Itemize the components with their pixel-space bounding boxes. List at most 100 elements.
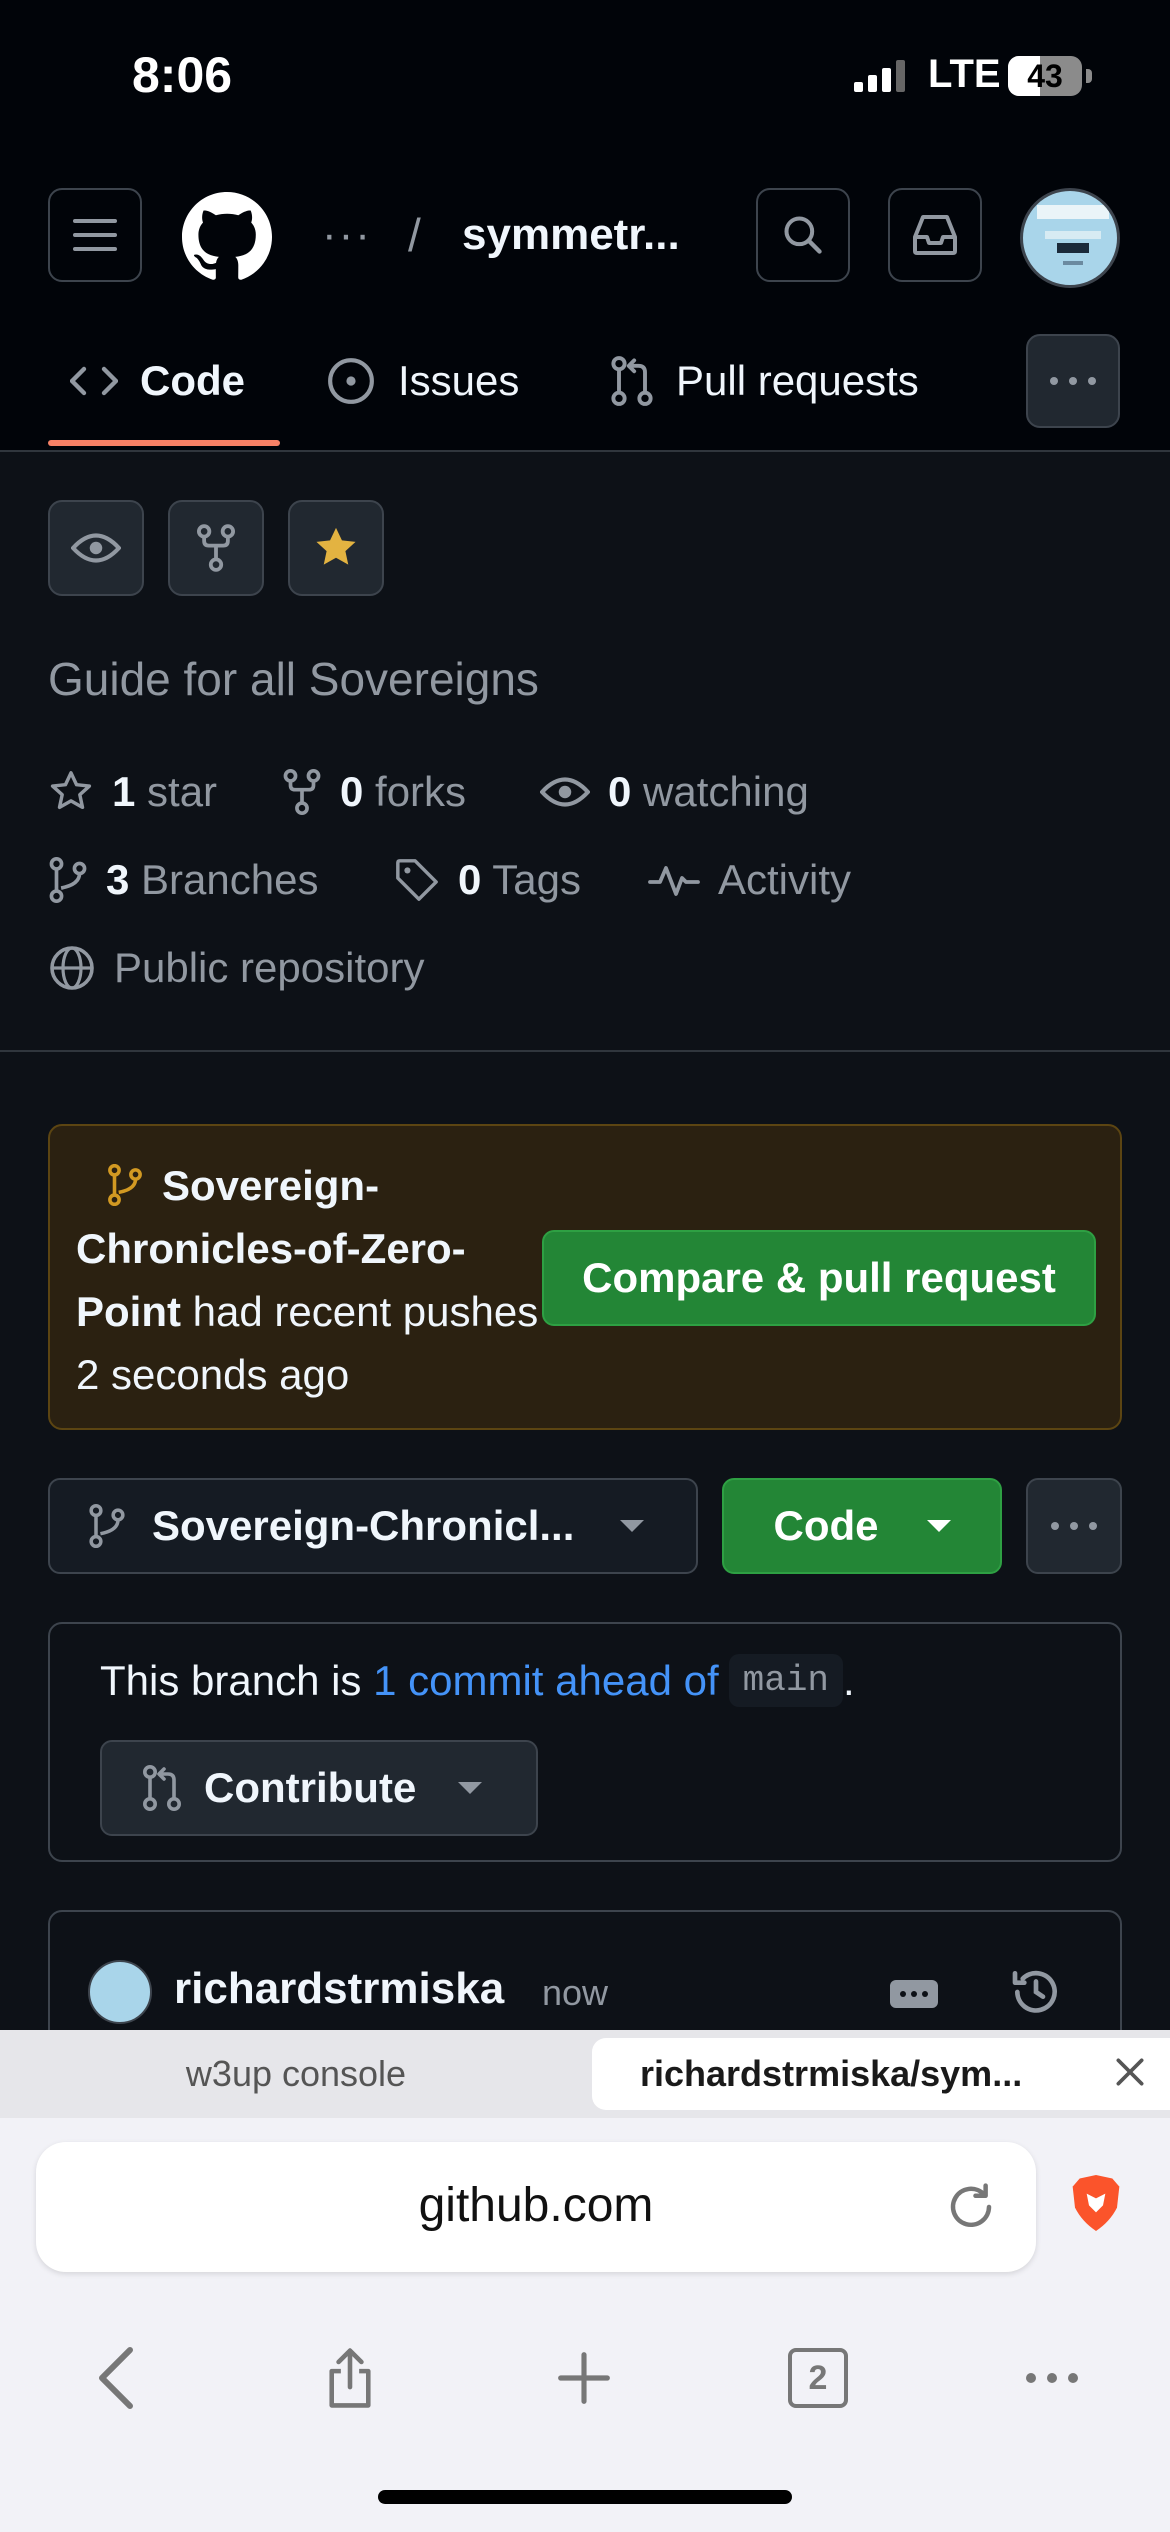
globe-icon bbox=[50, 946, 94, 990]
network-type: LTE bbox=[928, 52, 1001, 96]
compare-pull-request-button[interactable]: Compare & pull request bbox=[542, 1230, 1096, 1326]
repo-description: Guide for all Sovereigns bbox=[48, 653, 539, 705]
code-dropdown-button[interactable]: Code bbox=[722, 1478, 1002, 1574]
browser-tab-active[interactable]: richardstrmiska/sym... bbox=[592, 2038, 1170, 2110]
active-tab-indicator bbox=[48, 440, 280, 446]
share-icon bbox=[329, 2348, 371, 2408]
plus-icon bbox=[558, 2352, 610, 2404]
tab-count: 2 bbox=[788, 2348, 848, 2408]
tab-pull-requests[interactable]: Pull requests bbox=[610, 338, 919, 424]
star-filled-icon bbox=[316, 527, 356, 565]
battery-icon: 43 bbox=[1008, 56, 1082, 96]
base-branch-pill: main bbox=[728, 1654, 844, 1707]
back-button[interactable] bbox=[66, 2328, 166, 2428]
menu-button[interactable] bbox=[48, 188, 142, 282]
address-bar[interactable]: github.com bbox=[36, 2142, 1036, 2272]
section-divider bbox=[0, 1050, 1170, 1052]
tags-link[interactable]: 0 Tags bbox=[394, 856, 581, 904]
search-icon bbox=[784, 216, 822, 254]
branch-status-suffix: . bbox=[843, 1656, 855, 1704]
close-icon[interactable] bbox=[1110, 2052, 1150, 2092]
fork-button[interactable] bbox=[168, 500, 264, 596]
history-icon[interactable] bbox=[1008, 1964, 1064, 2020]
commit-message-toggle[interactable] bbox=[890, 1980, 938, 2008]
code-button-label: Code bbox=[773, 1502, 879, 1549]
activity-link[interactable]: Activity bbox=[648, 856, 851, 904]
inbox-icon bbox=[913, 215, 957, 255]
contribute-button[interactable]: Contribute bbox=[100, 1740, 538, 1836]
user-avatar[interactable] bbox=[1020, 188, 1120, 288]
repo-visibility: Public repository bbox=[48, 944, 424, 992]
tab-issues[interactable]: Issues bbox=[326, 338, 519, 424]
forks-count: 0 bbox=[340, 768, 364, 815]
clock: 8:06 bbox=[132, 47, 233, 103]
breadcrumb-repo-name[interactable]: symmetr... bbox=[462, 210, 680, 260]
search-button[interactable] bbox=[756, 188, 850, 282]
battery-tip bbox=[1086, 69, 1092, 83]
visibility-label: Public repository bbox=[114, 944, 425, 991]
recent-push-message: Sovereign-Chronicles-of-Zero-Point had r… bbox=[76, 1154, 546, 1406]
activity-label: Activity bbox=[718, 856, 852, 903]
brave-shields-icon[interactable] bbox=[1068, 2172, 1124, 2234]
breadcrumb-owner-collapsed[interactable]: ··· bbox=[322, 210, 372, 260]
branches-count: 3 bbox=[106, 856, 130, 903]
stars-label: star bbox=[147, 768, 218, 815]
watching-count: 0 bbox=[608, 768, 632, 815]
tags-count: 0 bbox=[458, 856, 482, 903]
branches-link[interactable]: 3 Branches bbox=[48, 856, 318, 904]
watching-label: watching bbox=[643, 768, 809, 815]
browser-tab-active-title: richardstrmiska/sym... bbox=[640, 2053, 1023, 2094]
tab-code-label: Code bbox=[140, 357, 245, 404]
forks-link[interactable]: 0 forks bbox=[282, 768, 466, 816]
watch-button[interactable] bbox=[48, 500, 144, 596]
star-button[interactable] bbox=[288, 500, 384, 596]
commits-ahead-link[interactable]: 1 commit ahead of bbox=[373, 1657, 719, 1705]
chevron-down-icon bbox=[926, 1520, 951, 1532]
branch-icon bbox=[89, 1504, 125, 1548]
kebab-horizontal-icon bbox=[1051, 1522, 1097, 1530]
cellular-signal-icon bbox=[854, 60, 905, 92]
watching-link[interactable]: 0 watching bbox=[540, 768, 809, 816]
inbox-button[interactable] bbox=[888, 188, 982, 282]
browser-toolbar: github.com 2 bbox=[0, 2118, 1170, 2532]
kebab-horizontal-icon bbox=[1026, 2373, 1078, 2383]
tab-code[interactable]: Code bbox=[70, 338, 245, 424]
fork-icon bbox=[283, 769, 321, 815]
chevron-down-icon bbox=[458, 1782, 483, 1794]
star-icon bbox=[50, 771, 92, 810]
share-button[interactable] bbox=[300, 2328, 400, 2428]
browser-menu-button[interactable] bbox=[1002, 2328, 1102, 2428]
pulse-icon bbox=[648, 866, 700, 896]
more-tabs-button[interactable] bbox=[1026, 334, 1120, 428]
contribute-label: Contribute bbox=[204, 1764, 417, 1811]
code-icon bbox=[70, 366, 118, 396]
chevron-down-icon bbox=[620, 1520, 645, 1532]
chevron-left-icon bbox=[99, 2347, 133, 2409]
pull-request-icon bbox=[143, 1765, 181, 1811]
new-tab-button[interactable] bbox=[534, 2328, 634, 2428]
branch-status-box: This branch is 1 commit ahead of main. Co… bbox=[48, 1622, 1122, 1862]
browser-tab-strip: w3up console richardstrmiska/sym... bbox=[0, 2030, 1170, 2118]
branch-icon bbox=[49, 857, 87, 903]
stars-link[interactable]: 1 star bbox=[48, 768, 217, 816]
stars-count: 1 bbox=[112, 768, 136, 815]
branches-label: Branches bbox=[141, 856, 319, 903]
home-indicator bbox=[378, 2490, 792, 2504]
branch-selector[interactable]: Sovereign-Chronicl... bbox=[48, 1478, 698, 1574]
commit-time: now bbox=[542, 1972, 609, 2013]
tab-switcher-button[interactable]: 2 bbox=[768, 2328, 868, 2428]
eye-icon bbox=[71, 533, 121, 563]
branch-status-text: This branch is 1 commit ahead of main. bbox=[100, 1654, 855, 1707]
status-bar: 8:06 LTE 43 bbox=[0, 0, 1170, 150]
breadcrumb-separator: / bbox=[408, 209, 421, 261]
kebab-horizontal-icon bbox=[1050, 377, 1096, 385]
reload-icon[interactable] bbox=[944, 2180, 998, 2234]
hamburger-icon bbox=[73, 219, 117, 251]
github-logo-icon[interactable] bbox=[182, 192, 272, 282]
address-bar-url: github.com bbox=[418, 2179, 654, 2232]
commit-author-avatar[interactable] bbox=[88, 1960, 152, 2024]
commit-author[interactable]: richardstrmiska bbox=[174, 1964, 504, 2014]
repo-more-button[interactable] bbox=[1026, 1478, 1122, 1574]
fork-icon bbox=[197, 524, 235, 572]
browser-tab-w3up[interactable]: w3up console bbox=[0, 2030, 592, 2118]
